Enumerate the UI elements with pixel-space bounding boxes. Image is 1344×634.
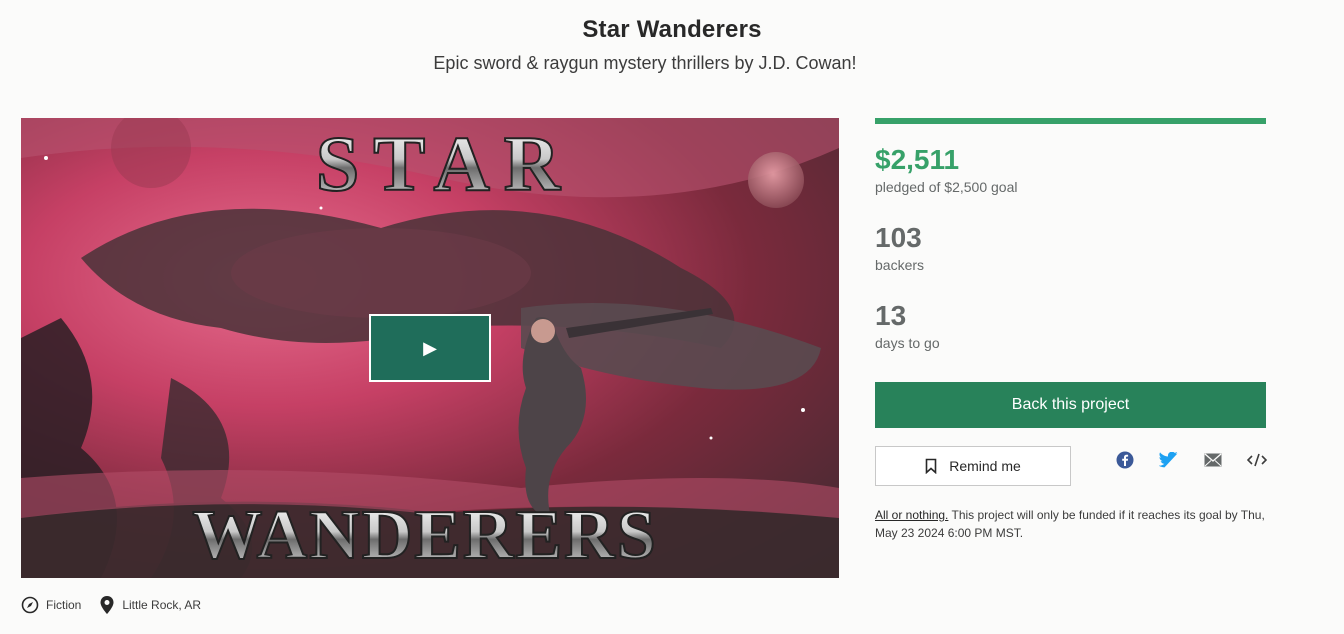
cover-title-bottom: WANDERERS [192, 497, 657, 574]
days-label: days to go [875, 335, 940, 351]
location-label: Little Rock, AR [122, 598, 202, 612]
remind-me-label: Remind me [949, 458, 1021, 474]
play-icon: ▶ [423, 338, 437, 358]
backers-label: backers [875, 257, 925, 273]
progress-fill [875, 118, 1266, 124]
funding-terms: All or nothing. This project will only b… [875, 506, 1270, 542]
backers-count: 103 [875, 222, 922, 253]
pledged-amount: $2,511 [875, 144, 960, 175]
project-meta: Fiction Little Rock, AR [21, 595, 219, 615]
email-icon [1204, 453, 1222, 467]
remind-me-button[interactable]: Remind me [875, 446, 1071, 486]
video-player[interactable]: STAR WANDERERS ▶ [21, 118, 839, 578]
location-pin-icon [100, 596, 114, 614]
facebook-icon [1116, 451, 1134, 469]
share-facebook[interactable] [1114, 449, 1136, 471]
twitter-icon [1159, 452, 1178, 468]
all-or-nothing-link[interactable]: All or nothing. [875, 508, 948, 522]
category-link[interactable]: Fiction [21, 596, 81, 614]
project-title: Star Wanderers [582, 16, 762, 43]
location-link[interactable]: Little Rock, AR [99, 595, 201, 615]
back-project-button[interactable]: Back this project [875, 382, 1266, 428]
play-button[interactable]: ▶ [369, 314, 491, 382]
project-subtitle: Epic sword & raygun mystery thrillers by… [433, 53, 857, 73]
cover-title-top: STAR [316, 120, 574, 207]
share-embed[interactable] [1246, 449, 1268, 471]
bookmark-icon [925, 458, 937, 474]
share-email[interactable] [1202, 449, 1224, 471]
pledged-goal-label: pledged of $2,500 goal [875, 179, 1018, 195]
progress-bar [875, 118, 1266, 124]
compass-icon [21, 596, 39, 614]
share-twitter[interactable] [1158, 449, 1180, 471]
days-remaining: 13 [875, 300, 907, 331]
category-label: Fiction [46, 598, 82, 612]
embed-icon [1247, 453, 1267, 467]
